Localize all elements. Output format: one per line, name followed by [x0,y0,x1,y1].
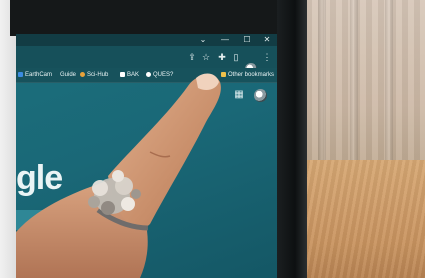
ring-ornament [131,189,141,199]
ring-ornament [121,197,135,211]
hand-pointing [16,73,221,278]
ring-ornament [101,201,115,215]
ring-ornament [88,196,100,208]
ring-ornament [92,180,108,196]
ring-ornament [112,170,124,182]
photo: ⌄ — ☐ ✕ ⇪ ☆ ✚ ▯ ⋮ EarthCam Guide Sci-Hub… [0,0,425,278]
